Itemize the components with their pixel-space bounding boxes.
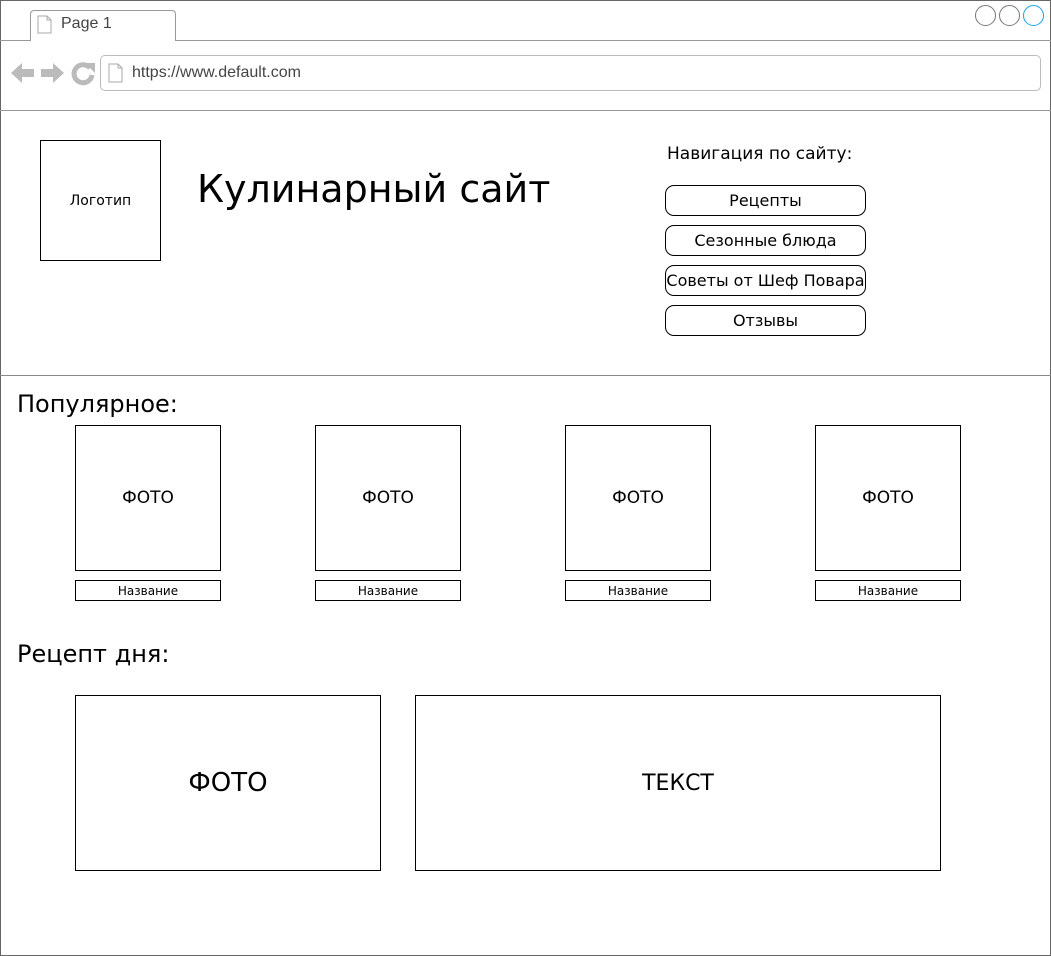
recipe-text: ТЕКСТ (415, 695, 941, 871)
popular-name[interactable]: Название (75, 580, 221, 601)
popular-photo[interactable]: ФОТО (565, 425, 711, 571)
tab-bar-line (175, 40, 1051, 41)
recipe-text-label: ТЕКСТ (642, 770, 714, 796)
popular-photo[interactable]: ФОТО (75, 425, 221, 571)
logo-label: Логотип (69, 192, 132, 209)
nav-button-recipes[interactable]: Рецепты (665, 185, 866, 216)
site-title: Кулинарный сайт (197, 167, 551, 211)
name-label: Название (357, 583, 419, 598)
popular-photo[interactable]: ФОТО (315, 425, 461, 571)
popular-photo[interactable]: ФОТО (815, 425, 961, 571)
tab-bar-line (0, 40, 31, 41)
photo-label: ФОТО (612, 488, 664, 508)
popular-name[interactable]: Название (315, 580, 461, 601)
nav-button-chef-tips[interactable]: Советы от Шеф Повара (665, 265, 866, 296)
page-icon (108, 63, 123, 83)
nav-button-reviews[interactable]: Отзывы (665, 305, 866, 336)
reload-icon[interactable] (70, 60, 96, 86)
name-label: Название (607, 583, 669, 598)
tab-title: Page 1 (61, 15, 112, 32)
nav-button-label: Советы от Шеф Повара (666, 271, 865, 290)
recipe-photo[interactable]: ФОТО (75, 695, 381, 871)
nav-heading: Навигация по сайту: (667, 144, 853, 164)
window-minimize-button[interactable] (975, 5, 996, 26)
toolbar-divider (0, 110, 1051, 111)
name-label: Название (117, 583, 179, 598)
forward-arrow-icon[interactable] (39, 60, 65, 86)
nav-button-label: Отзывы (732, 311, 799, 330)
page-icon (37, 15, 52, 34)
nav-button-label: Рецепты (729, 191, 802, 210)
window-close-button[interactable] (1023, 5, 1044, 26)
photo-label: ФОТО (862, 488, 914, 508)
photo-label: ФОТО (122, 488, 174, 508)
name-label: Название (857, 583, 919, 598)
nav-button-label: Сезонные блюда (694, 231, 837, 250)
nav-button-seasonal[interactable]: Сезонные блюда (665, 225, 866, 256)
url-text: https://www.default.com (132, 64, 301, 81)
photo-label: ФОТО (362, 488, 414, 508)
popular-name[interactable]: Название (565, 580, 711, 601)
popular-name[interactable]: Название (815, 580, 961, 601)
section-divider (0, 375, 1051, 376)
window-maximize-button[interactable] (999, 5, 1020, 26)
recipe-photo-label: ФОТО (188, 768, 268, 798)
popular-heading: Популярное: (17, 390, 178, 418)
back-arrow-icon[interactable] (10, 60, 36, 86)
recipe-of-day-heading: Рецепт дня: (17, 640, 170, 668)
logo-placeholder[interactable]: Логотип (40, 140, 161, 261)
